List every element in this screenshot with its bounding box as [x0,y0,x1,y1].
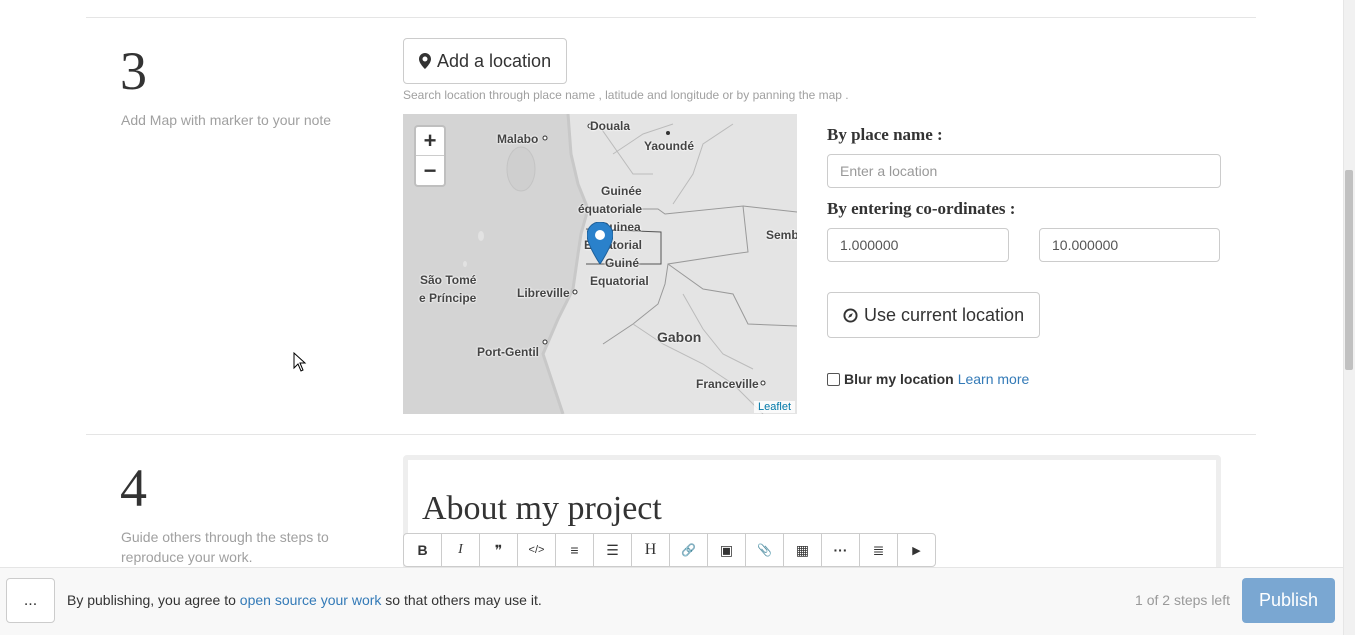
more-options-button[interactable]: ... [6,578,55,623]
map-label-douala: Douala [590,119,631,133]
map-label-sao-tome: São Tomé [420,273,477,287]
ordered-list-icon: ≡ [570,542,579,558]
horizontal-rule-button[interactable]: ··· [821,533,860,567]
map-label-guinee: Guinée [601,184,642,198]
map-label-franceville: Franceville [696,377,759,391]
image-button[interactable]: ▣ [707,533,746,567]
table-icon: ▦ [795,541,810,558]
map-label-equatoriale: équatoriale [578,202,643,216]
map-label-sembe: Semb [766,228,797,242]
longitude-input[interactable] [1039,228,1220,262]
unordered-list-button[interactable]: ☰ [593,533,632,567]
place-name-input[interactable] [827,154,1221,188]
map-label-malabo: Malabo [497,132,539,146]
quote-icon: ❞ [494,541,503,558]
align-center-button[interactable]: ≣ [859,533,898,567]
latitude-input[interactable] [827,228,1009,262]
youtube-icon: ▶ [912,544,921,557]
scrollbar-thumb[interactable] [1345,170,1353,370]
step-3-number: 3 [120,41,147,101]
attachment-button[interactable]: 📎 [745,533,784,567]
publish-button[interactable]: Publish [1242,578,1335,623]
step-3-description: Add Map with marker to your note [121,112,332,128]
publish-footer: ... By publishing, you agree to open sou… [0,567,1343,635]
publish-agreement-text: By publishing, you agree to open source … [67,592,542,608]
italic-button[interactable]: I [441,533,480,567]
learn-more-link[interactable]: Learn more [958,371,1030,387]
step-4-number: 4 [120,458,147,518]
editor-title[interactable]: About my project [422,490,662,528]
map[interactable]: + − Douala Malabo Yaoundé Guinée équator… [403,114,797,414]
map-marker-icon [419,53,431,69]
map-label-equatorial: Equatorial [590,274,649,288]
location-hint: Search location through place name , lat… [403,88,849,102]
table-button[interactable]: ▦ [783,533,822,567]
steps-left-status: 1 of 2 steps left [1135,592,1230,608]
unordered-list-icon: ☰ [606,541,619,558]
italic-icon: I [458,542,463,557]
paperclip-icon: 📎 [757,543,772,557]
add-location-button[interactable]: Add a location [403,38,568,84]
mouse-cursor-icon [293,352,307,372]
map-label-port-gentil: Port-Gentil [477,345,539,359]
code-button[interactable]: </> [517,533,556,567]
horizontal-rule-icon: ··· [833,542,848,558]
divider-top [86,17,1256,18]
map-tiles [403,114,797,414]
map-marker-pin-icon[interactable] [587,222,613,264]
divider-middle [86,434,1256,435]
heading-icon: H [644,541,657,558]
align-center-icon: ≣ [872,541,885,558]
zoom-out-button[interactable]: − [416,156,444,185]
agree-prefix: By publishing, you agree to [67,592,240,608]
zoom-in-button[interactable]: + [416,127,444,156]
bold-button[interactable]: B [403,533,442,567]
blur-location-label: Blur my location [844,371,954,387]
compass-icon [843,307,858,323]
blur-location-checkbox[interactable] [827,372,840,386]
use-current-location-label: Use current location [864,304,1025,325]
image-icon: ▣ [719,541,734,558]
map-label-e-principe: e Príncipe [419,291,477,305]
zoom-control: + − [414,125,446,187]
map-label-libreville: Libreville [517,286,570,300]
map-label-gabon: Gabon [657,329,702,345]
youtube-button[interactable]: ▶ [897,533,936,567]
bold-icon: B [417,542,428,558]
blur-location-row: Blur my location Learn more [827,371,1029,387]
map-attribution-link[interactable]: Leaflet [753,401,795,413]
by-coordinates-label: By entering co-ordinates : [827,199,1016,218]
agree-suffix: so that others may use it. [381,592,542,608]
by-place-label: By place name : [827,125,943,144]
code-icon: </> [528,544,545,556]
step-4-description: Guide others through the steps to reprod… [121,529,329,565]
quote-button[interactable]: ❞ [479,533,518,567]
map-label-yaounde: Yaoundé [644,139,695,153]
page-scrollbar[interactable] [1343,0,1355,635]
heading-button[interactable]: H [631,533,670,567]
use-current-location-button[interactable]: Use current location [827,292,1041,338]
link-icon: 🔗 [681,543,696,557]
link-button[interactable]: 🔗 [669,533,708,567]
editor-toolbar: B I ❞ </> ≡ ☰ H 🔗 ▣ 📎 ▦ ··· ≣ ▶ [403,533,936,567]
ordered-list-button[interactable]: ≡ [555,533,594,567]
add-location-label: Add a location [437,50,552,71]
open-source-link[interactable]: open source your work [240,592,382,608]
